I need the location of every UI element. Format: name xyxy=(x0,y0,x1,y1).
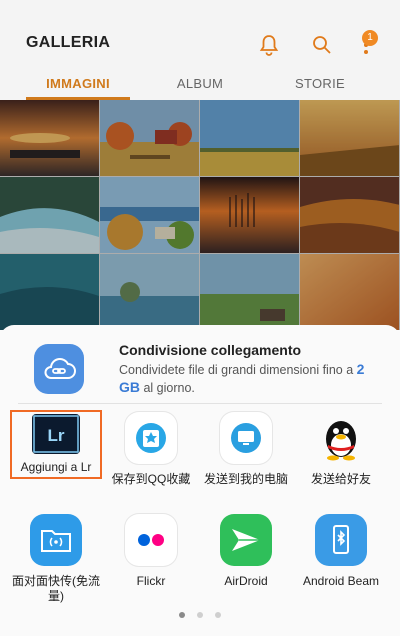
send-to-pc-icon xyxy=(220,412,272,464)
divider xyxy=(18,403,382,404)
search-icon[interactable] xyxy=(309,32,335,58)
share-target-label: AirDroid xyxy=(224,574,268,588)
share-target-label: 发送给好友 xyxy=(310,472,371,486)
share-target-send-to-pc[interactable]: 发送到我的电脑 xyxy=(200,412,292,487)
photo-grid xyxy=(0,100,400,330)
cloud-link-icon[interactable] xyxy=(34,344,84,394)
share-target-label: Flickr xyxy=(136,574,166,588)
share-target-label: 保存到QQ收藏 xyxy=(111,472,191,486)
share-target-flickr[interactable]: Flickr xyxy=(105,514,197,589)
share-target-label: Android Beam xyxy=(302,574,380,588)
notification-badge: 1 xyxy=(362,30,378,46)
tab-immagini[interactable]: IMMAGINI xyxy=(18,76,138,91)
page-indicator xyxy=(0,612,400,618)
flickr-icon xyxy=(125,514,177,566)
share-target-qq-favorites[interactable]: 保存到QQ收藏 xyxy=(105,412,197,487)
qq-favorites-icon xyxy=(125,412,177,464)
airdroid-icon xyxy=(220,514,272,566)
android-beam-icon xyxy=(315,514,367,566)
scrim-overlay[interactable] xyxy=(0,100,400,330)
share-target-airdroid[interactable]: AirDroid xyxy=(200,514,292,589)
tab-album[interactable]: ALBUM xyxy=(140,76,260,91)
share-target-label: 面对面快传(免流量) xyxy=(12,574,100,603)
share-target-android-beam[interactable]: Android Beam xyxy=(295,514,387,589)
page-dot-active[interactable] xyxy=(179,612,185,618)
qq-penguin-icon xyxy=(315,412,367,464)
share-target-label: 发送到我的电脑 xyxy=(203,472,288,486)
tab-storie[interactable]: STORIE xyxy=(260,76,380,91)
page-title: GALLERIA xyxy=(26,34,111,51)
app-header: GALLERIA 1 IMMAGINI ALBUM STORIE xyxy=(0,0,400,100)
selected-target-highlight xyxy=(10,410,102,479)
share-target-face-to-face[interactable]: 面对面快传(免流量) xyxy=(10,514,102,604)
face-to-face-transfer-icon xyxy=(30,514,82,566)
link-sharing-title[interactable]: Condivisione collegamento xyxy=(119,342,301,358)
notifications-bell-icon[interactable] xyxy=(256,32,282,58)
page-dot[interactable] xyxy=(197,612,203,618)
share-target-send-to-friend[interactable]: 发送给好友 xyxy=(295,412,387,487)
tab-bar: IMMAGINI ALBUM STORIE xyxy=(0,66,400,100)
page-dot[interactable] xyxy=(215,612,221,618)
link-sharing-description: Condividete file di grandi dimensioni fi… xyxy=(119,361,365,395)
